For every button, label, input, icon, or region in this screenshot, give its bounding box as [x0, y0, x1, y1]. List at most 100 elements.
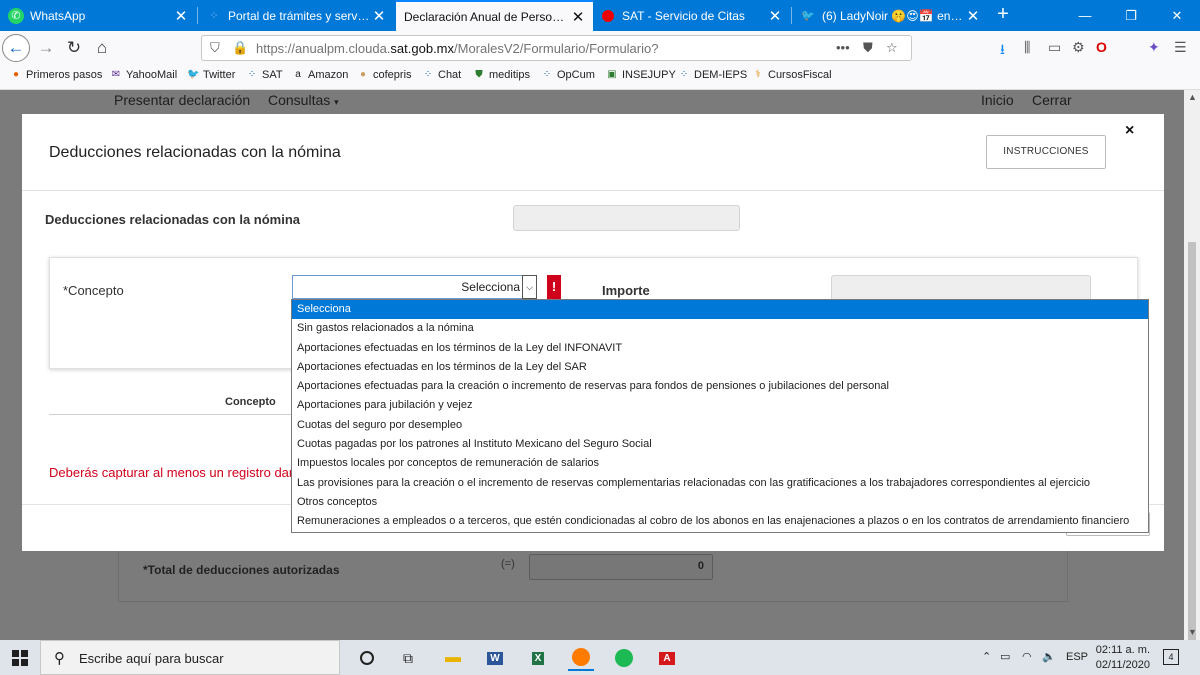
tab-declaracion-anual[interactable]: Declaración Anual de Personas Mo ✕ [396, 0, 593, 31]
close-icon[interactable]: ✕ [172, 7, 190, 25]
tab-twitter[interactable]: 🐦 (6) LadyNoir 🤫😍📅 en Twitter ✕ [792, 0, 988, 31]
bookmark-item[interactable]: ⁘ DEM-IEPS [678, 69, 747, 81]
concepto-select[interactable]: Selecciona ⌵ [292, 275, 537, 299]
pdf-icon: A [659, 651, 675, 665]
bookmark-label: cofepris [373, 69, 412, 81]
word-app[interactable]: W [482, 645, 508, 671]
new-tab-button[interactable]: + [992, 0, 1014, 31]
dropdown-option[interactable]: Remuneraciones a empleados o a terceros,… [292, 512, 1148, 531]
scroll-up-icon[interactable]: ▲ [1188, 92, 1197, 102]
bookmark-item[interactable]: ✉ YahooMail [110, 69, 177, 81]
dropdown-option[interactable]: Las provisiones para la creación o el in… [292, 474, 1148, 493]
pocket-icon[interactable]: ⛊ [863, 40, 873, 56]
tab-servicio-citas[interactable]: SAT - Servicio de Citas ✕ [594, 0, 790, 31]
bookmark-star-icon[interactable]: ☆ [886, 40, 898, 56]
dropdown-option[interactable]: Selecciona [292, 300, 1148, 320]
dropdown-option[interactable]: Sin gastos relacionados a la nómina [292, 319, 1148, 338]
download-icon[interactable]: ⭳ [1000, 39, 1005, 63]
task-view-button[interactable]: ⧉ [395, 645, 421, 671]
firefox-icon [572, 648, 590, 666]
bookmark-item[interactable]: ● cofepris [357, 69, 412, 81]
bookmark-label: Amazon [308, 69, 349, 81]
extensions-icon[interactable]: ✦ [1148, 39, 1160, 56]
bookmark-item[interactable]: ⁘ SAT [246, 69, 283, 81]
tab-label: Portal de trámites y servicios - S [228, 8, 370, 23]
tab-label: Declaración Anual de Personas Mo [404, 9, 569, 24]
close-icon[interactable]: ✕ [766, 7, 784, 25]
nav-consultas[interactable]: Consultas ▾ [268, 92, 339, 108]
cortana-button[interactable] [354, 645, 380, 671]
amazon-icon: a [295, 69, 301, 80]
url-text: https://anualpm.clouda.sat.gob.mx/Morale… [256, 41, 658, 56]
importe-label: Importe [602, 283, 650, 298]
scroll-thumb[interactable] [1188, 242, 1196, 675]
start-button[interactable] [0, 640, 40, 675]
tab-whatsapp[interactable]: ✆ WhatsApp ✕ [0, 0, 196, 31]
nav-cerrar[interactable]: Cerrar [1032, 92, 1072, 108]
close-icon[interactable]: ✕ [370, 7, 388, 25]
dropdown-option[interactable]: Impuestos locales por conceptos de remun… [292, 454, 1148, 473]
sidebar-icon[interactable]: ▭ [1048, 39, 1061, 56]
library-icon[interactable]: ⫼ [1024, 39, 1030, 56]
nav-inicio[interactable]: Inicio [981, 92, 1014, 108]
spotify-app[interactable] [611, 645, 637, 671]
scroll-down-icon[interactable]: ▼ [1188, 627, 1197, 637]
menu-icon[interactable]: ☰ [1174, 39, 1187, 56]
dropdown-option[interactable]: Aportaciones efectuadas en los términos … [292, 339, 1148, 358]
bookmark-item[interactable]: ⚕ CursosFiscal [752, 69, 831, 81]
opera-icon[interactable]: O [1096, 39, 1107, 55]
chevron-down-icon[interactable]: ⌵ [522, 275, 537, 299]
forward-button[interactable]: → [34, 36, 58, 60]
page-scrollbar[interactable]: ▲ ▼ [1184, 90, 1200, 675]
reload-button[interactable]: ↻ [62, 36, 86, 60]
concepto-dropdown-list[interactable]: Selecciona Sin gastos relacionados a la … [291, 299, 1149, 533]
bookmark-item[interactable]: 🐦 Twitter [187, 69, 235, 81]
dropdown-option[interactable]: Aportaciones para jubilación y vejez [292, 396, 1148, 415]
close-window-button[interactable]: ✕ [1154, 0, 1200, 31]
restore-button[interactable]: ❐ [1108, 0, 1154, 31]
extension-icon[interactable]: ⚙ [1072, 39, 1085, 56]
wifi-icon[interactable]: ◠ [1022, 650, 1032, 663]
nav-consultas-label: Consultas [268, 92, 331, 108]
tab-label: (6) LadyNoir 🤫😍📅 en Twitter [822, 8, 964, 23]
dropdown-option[interactable]: Aportaciones efectuadas en los términos … [292, 358, 1148, 377]
back-button[interactable]: ← [2, 34, 30, 62]
nav-presentar-declaracion[interactable]: Presentar declaración [114, 92, 250, 108]
acrobat-app[interactable]: A [654, 645, 680, 671]
page-actions-button[interactable]: ••• [836, 40, 850, 55]
file-explorer-app[interactable]: ▬ [440, 645, 466, 671]
clock[interactable]: 02:11 a. m. 02/11/2020 [1090, 643, 1150, 673]
minimize-button[interactable]: — [1062, 0, 1108, 31]
bookmark-item[interactable]: ⛊ meditips [473, 69, 530, 81]
close-icon[interactable]: ✕ [964, 7, 982, 25]
bookmark-item[interactable]: ⁘ Chat [422, 69, 461, 81]
notifications-button[interactable]: 4 [1163, 649, 1179, 665]
dropdown-option[interactable]: Otros conceptos [292, 493, 1148, 512]
tab-portal-tramites[interactable]: ⁘ Portal de trámites y servicios - S ✕ [198, 0, 394, 31]
instructions-button[interactable]: INSTRUCCIONES [986, 135, 1106, 169]
home-button[interactable]: ⌂ [90, 36, 114, 60]
bookmark-item[interactable]: ● Primeros pasos [10, 69, 102, 81]
taskbar-search[interactable]: ⚲ Escribe aquí para buscar [40, 640, 340, 675]
close-modal-button[interactable]: × [1125, 122, 1134, 140]
address-bar[interactable]: ⛉ 🔒 https://anualpm.clouda.sat.gob.mx/Mo… [201, 35, 912, 61]
modal-title: Deducciones relacionadas con la nómina [49, 144, 341, 161]
bookmark-item[interactable]: a Amazon [292, 69, 348, 81]
language-indicator[interactable]: ESP [1066, 651, 1088, 663]
shield-icon: ⛉ [210, 40, 220, 55]
close-icon[interactable]: ✕ [569, 8, 587, 26]
bookmark-item[interactable]: ⁘ OpCum [541, 69, 595, 81]
arrow-left-icon: ← [7, 38, 25, 57]
dropdown-option[interactable]: Cuotas pagadas por los patrones al Insti… [292, 435, 1148, 454]
volume-icon[interactable]: 🔈 [1042, 650, 1056, 663]
firefox-app[interactable] [568, 645, 594, 671]
tray-expand-icon[interactable]: ⌃ [982, 650, 991, 663]
seal-icon: ▣ [607, 69, 617, 80]
importe-field[interactable] [831, 275, 1091, 301]
bookmark-item[interactable]: ▣ INSEJUPY [606, 69, 676, 81]
battery-icon[interactable]: ▭ [1000, 650, 1010, 663]
bookmarks-bar: ● Primeros pasos ✉ YahooMail 🐦 Twitter ⁘ SAT… [0, 64, 1200, 90]
dropdown-option[interactable]: Cuotas del seguro por desempleo [292, 416, 1148, 435]
excel-app[interactable]: X [525, 645, 551, 671]
dropdown-option[interactable]: Aportaciones efectuadas para la creación… [292, 377, 1148, 396]
